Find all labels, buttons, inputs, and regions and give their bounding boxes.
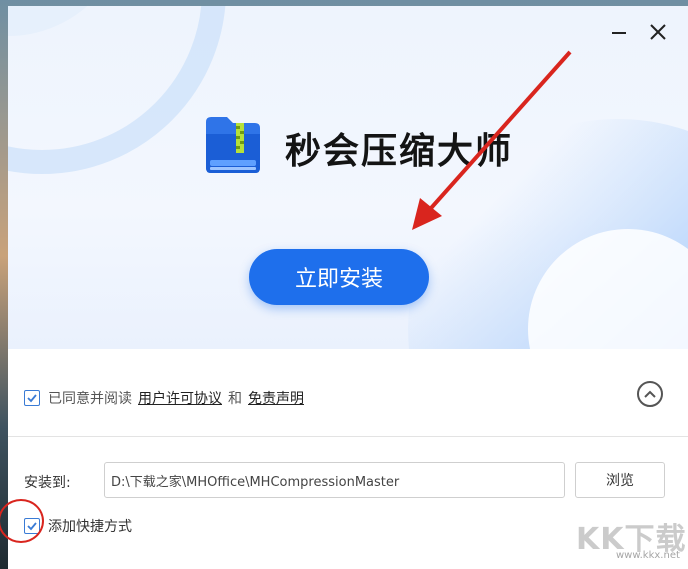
shortcut-label: 添加快捷方式	[48, 519, 132, 535]
close-icon	[650, 24, 666, 40]
checkmark-icon	[27, 394, 37, 403]
close-button[interactable]	[644, 18, 672, 46]
disclaimer-link[interactable]: 免责声明	[248, 388, 304, 408]
browse-button[interactable]: 浏览	[575, 462, 665, 498]
agreement-row: 已同意并阅读 用户许可协议 和 免责声明	[24, 388, 310, 408]
annotation-arrow-icon	[412, 50, 572, 230]
chevron-up-icon	[644, 390, 656, 398]
agreement-checkbox[interactable]	[24, 390, 40, 406]
app-logo-icon	[206, 117, 260, 173]
minimize-icon	[612, 32, 626, 34]
installer-window: 秒会压缩大师 立即安装 已同意并阅读 用户许可协议 和 免责声明 安装到: 浏览	[8, 6, 688, 569]
watermark: KK下载 www.kkx.net	[572, 508, 688, 569]
agreement-prefix: 已同意并阅读	[48, 391, 132, 407]
decorative-ring	[8, 6, 226, 174]
install-now-button[interactable]: 立即安装	[249, 249, 429, 305]
hero-banner: 秒会压缩大师 立即安装	[8, 6, 688, 349]
install-path-label: 安装到:	[24, 475, 71, 491]
license-agreement-link[interactable]: 用户许可协议	[138, 388, 222, 408]
install-path-input[interactable]	[104, 462, 565, 498]
watermark-url: www.kkx.net	[616, 550, 680, 561]
agreement-and: 和	[228, 391, 242, 407]
section-divider	[8, 436, 688, 437]
annotation-circle	[0, 499, 44, 543]
collapse-options-button[interactable]	[637, 381, 663, 407]
minimize-button[interactable]	[605, 18, 633, 46]
